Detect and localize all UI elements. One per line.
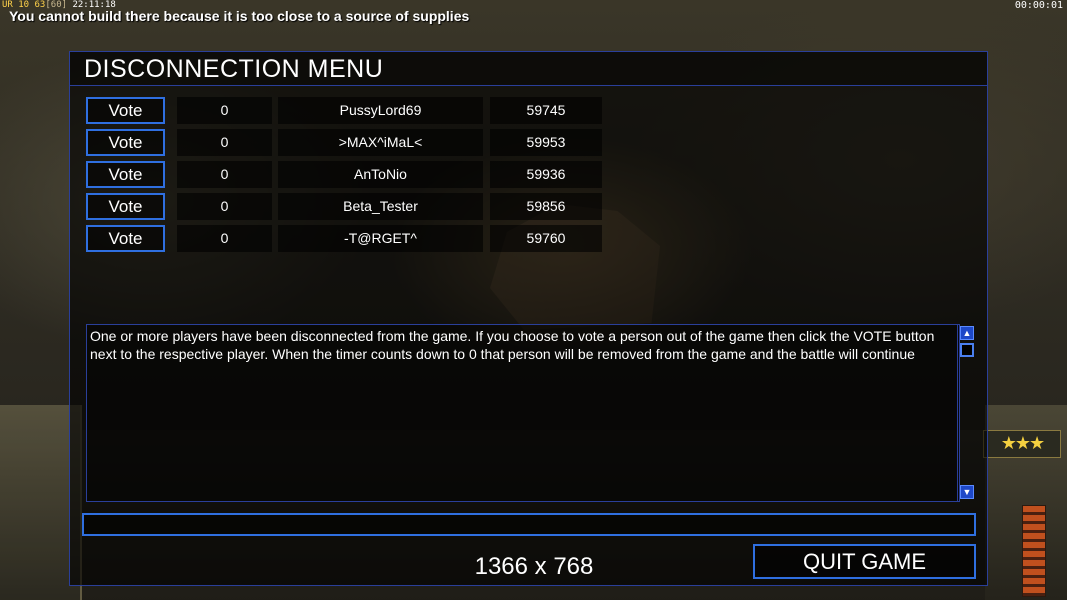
resolution-label: 1366 x 768 bbox=[474, 553, 594, 580]
dialog-title: DISCONNECTION MENU bbox=[84, 55, 384, 83]
vote-button[interactable]: Vote bbox=[86, 129, 165, 156]
info-scrollbar[interactable]: ▲ ▼ bbox=[957, 324, 975, 502]
player-ping: 59936 bbox=[490, 161, 602, 188]
vote-button[interactable]: Vote bbox=[86, 97, 165, 124]
info-text: One or more players have been disconnect… bbox=[90, 328, 935, 362]
player-ping: 59745 bbox=[490, 97, 602, 124]
arrow-up-icon[interactable]: ▲ bbox=[960, 326, 974, 340]
player-ping: 59856 bbox=[490, 193, 602, 220]
vote-count: 0 bbox=[177, 129, 272, 156]
dialog-header: DISCONNECTION MENU bbox=[70, 52, 987, 86]
vote-count: 0 bbox=[177, 193, 272, 220]
vote-button[interactable]: Vote bbox=[86, 225, 165, 252]
game-clock: 00:00:01 bbox=[1014, 0, 1063, 11]
power-meter bbox=[1022, 505, 1046, 597]
quit-game-button[interactable]: QUIT GAME bbox=[753, 544, 976, 579]
disconnection-dialog: DISCONNECTION MENU Vote 0 PussyLord69 59… bbox=[69, 51, 988, 586]
scrollbar-thumb[interactable] bbox=[960, 343, 974, 357]
game-message: You cannot build there because it is too… bbox=[9, 8, 470, 24]
info-textbox: One or more players have been disconnect… bbox=[86, 324, 960, 502]
vote-button[interactable]: Vote bbox=[86, 193, 165, 220]
player-name: >MAX^iMaL< bbox=[278, 129, 483, 156]
player-name: Beta_Tester bbox=[278, 193, 483, 220]
player-name: AnToNio bbox=[278, 161, 483, 188]
vote-count: 0 bbox=[177, 225, 272, 252]
arrow-down-icon[interactable]: ▼ bbox=[960, 485, 974, 499]
vote-count: 0 bbox=[177, 97, 272, 124]
vote-count: 0 bbox=[177, 161, 272, 188]
player-name: PussyLord69 bbox=[278, 97, 483, 124]
player-name: -T@RGET^ bbox=[278, 225, 483, 252]
player-ping: 59953 bbox=[490, 129, 602, 156]
chat-input[interactable] bbox=[82, 513, 976, 536]
player-ping: 59760 bbox=[490, 225, 602, 252]
stars-icon: ★★★ bbox=[983, 430, 1061, 458]
vote-button[interactable]: Vote bbox=[86, 161, 165, 188]
